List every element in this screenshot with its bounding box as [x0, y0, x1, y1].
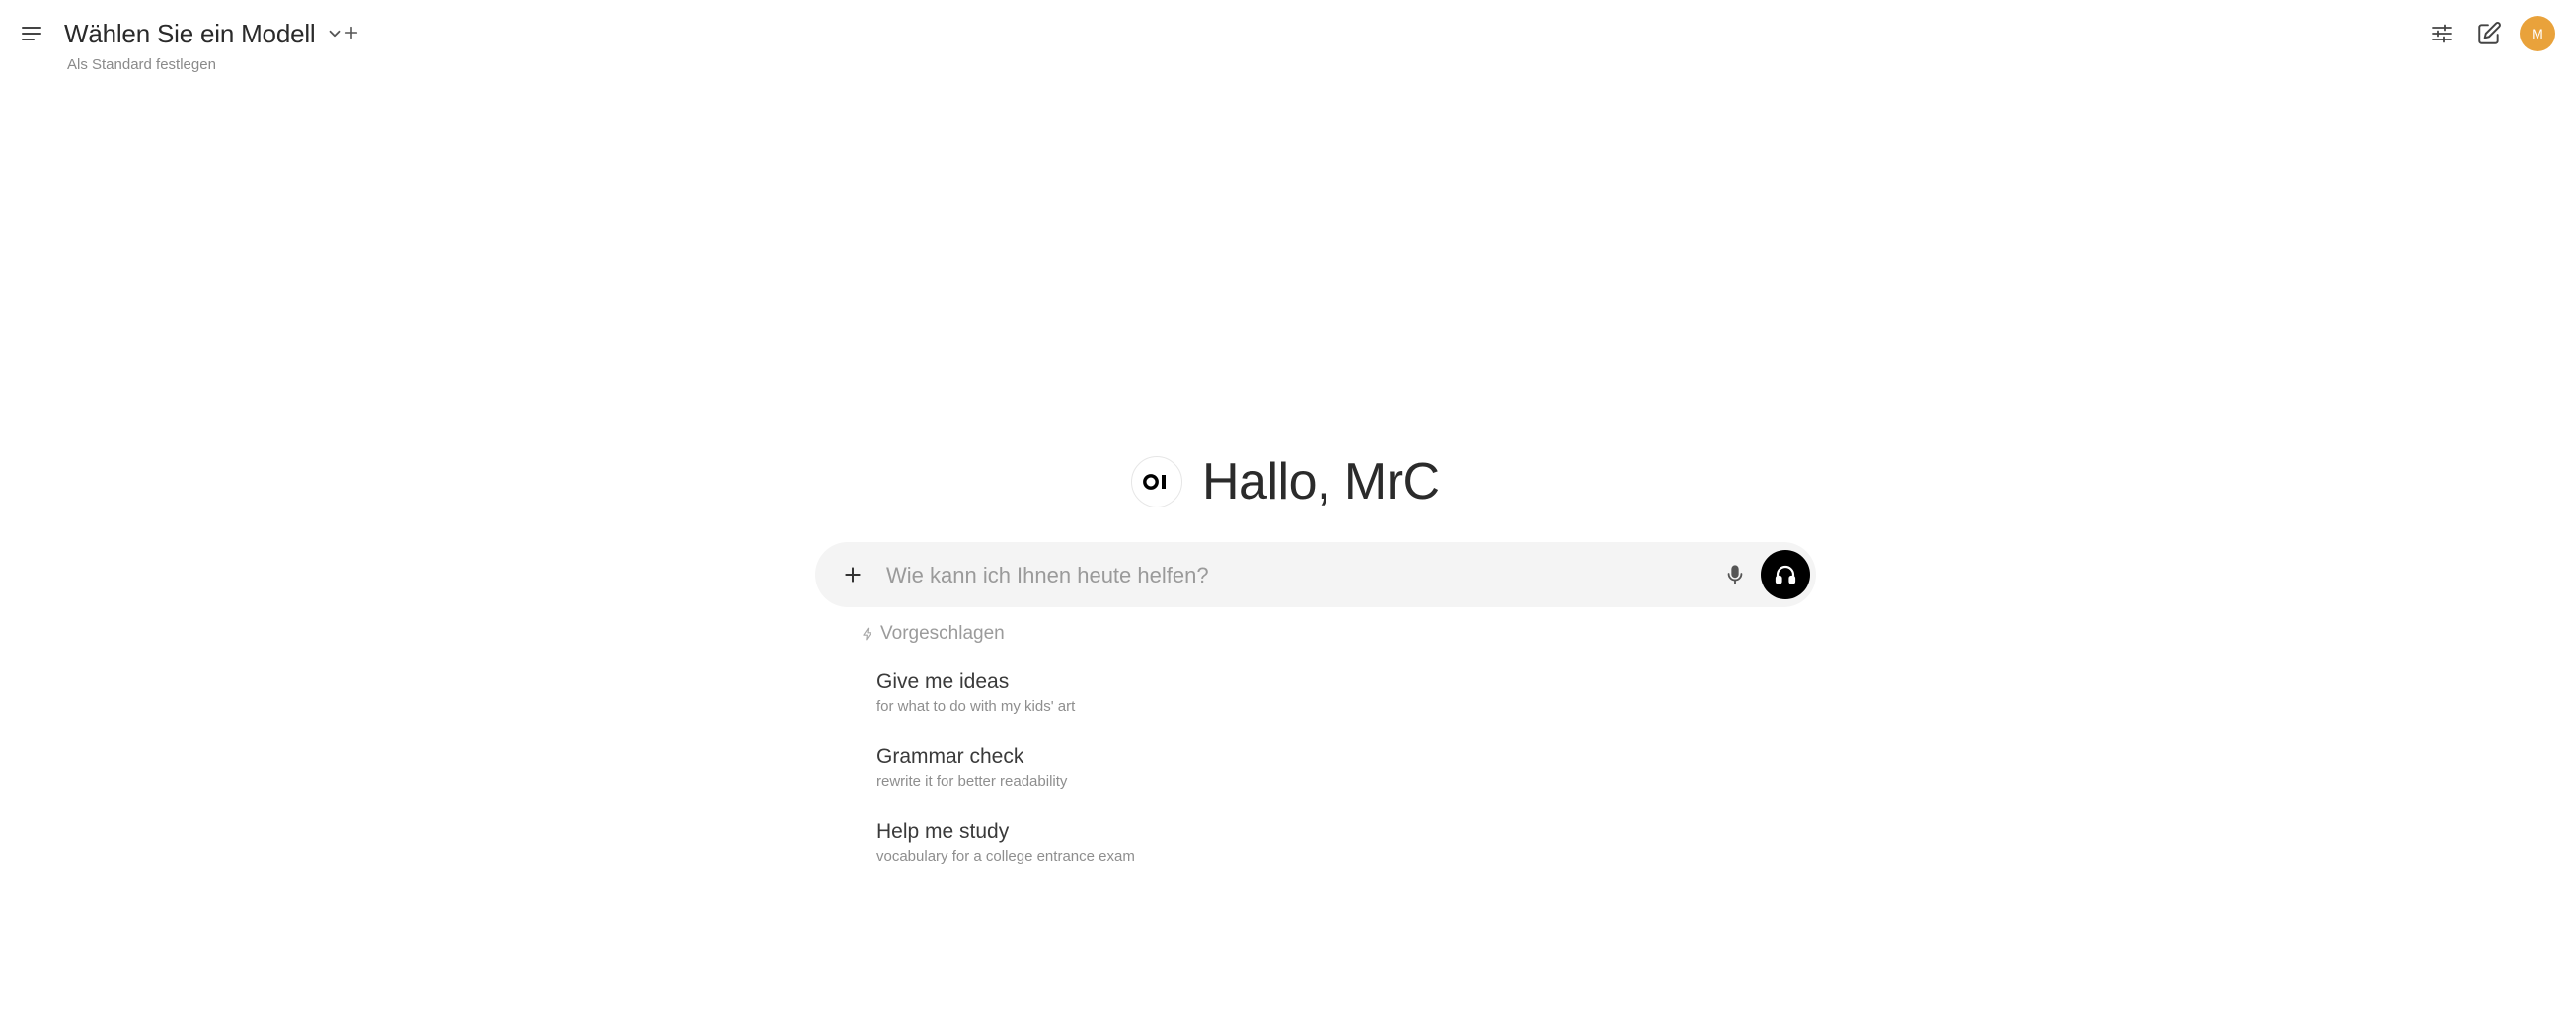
chat-input-bar	[815, 542, 1816, 607]
set-default-link[interactable]: Als Standard festlegen	[67, 56, 216, 73]
model-selector-label: Wählen Sie ein Modell	[64, 18, 316, 48]
headphones-icon	[1775, 565, 1796, 584]
suggestion-subtitle: for what to do with my kids' art	[876, 698, 1076, 715]
app-root: Wählen Sie ein Modell Als Standard festl…	[0, 0, 2576, 1013]
suggestion-subtitle: rewrite it for better readability	[876, 773, 1068, 790]
suggested-header-label: Vorgeschlagen	[880, 623, 1005, 644]
pencil-square-icon	[2478, 22, 2501, 44]
app-logo	[1131, 456, 1182, 507]
microphone-icon	[1727, 565, 1743, 585]
add-model-button[interactable]	[340, 17, 363, 48]
suggestion-title: Help me study	[876, 820, 1010, 843]
greeting-text: Hallo, MrC	[1202, 453, 1440, 510]
hamburger-menu-icon	[22, 27, 41, 40]
chat-input[interactable]	[884, 552, 1717, 599]
plus-icon	[845, 567, 861, 583]
suggestion-title: Give me ideas	[876, 670, 1010, 693]
model-selector[interactable]: Wählen Sie ein Modell	[64, 14, 343, 53]
voice-mode-button[interactable]	[1761, 550, 1810, 599]
suggestion-item[interactable]: Give me ideas for what to do with my kid…	[876, 668, 1330, 718]
suggestion-item[interactable]: Grammar check rewrite it for better read…	[876, 743, 1330, 793]
openwebui-logo-icon	[1143, 474, 1166, 490]
suggestion-subtitle: vocabulary for a college entrance exam	[876, 848, 1135, 865]
suggestion-title: Grammar check	[876, 745, 1024, 768]
chat-controls-button[interactable]	[2422, 16, 2462, 51]
sparkle-icon	[863, 627, 872, 641]
sliders-icon	[2432, 24, 2452, 43]
greeting: Hallo, MrC	[1131, 452, 1440, 511]
user-avatar[interactable]: M	[2520, 16, 2555, 51]
dictate-button[interactable]	[1717, 557, 1753, 592]
suggested-header: Vorgeschlagen	[861, 623, 1005, 645]
attach-button[interactable]	[835, 557, 871, 592]
plus-icon	[344, 26, 358, 39]
sidebar-toggle-button[interactable]	[14, 16, 49, 51]
new-chat-button[interactable]	[2469, 16, 2509, 51]
suggestion-item[interactable]: Help me study vocabulary for a college e…	[876, 818, 1330, 868]
